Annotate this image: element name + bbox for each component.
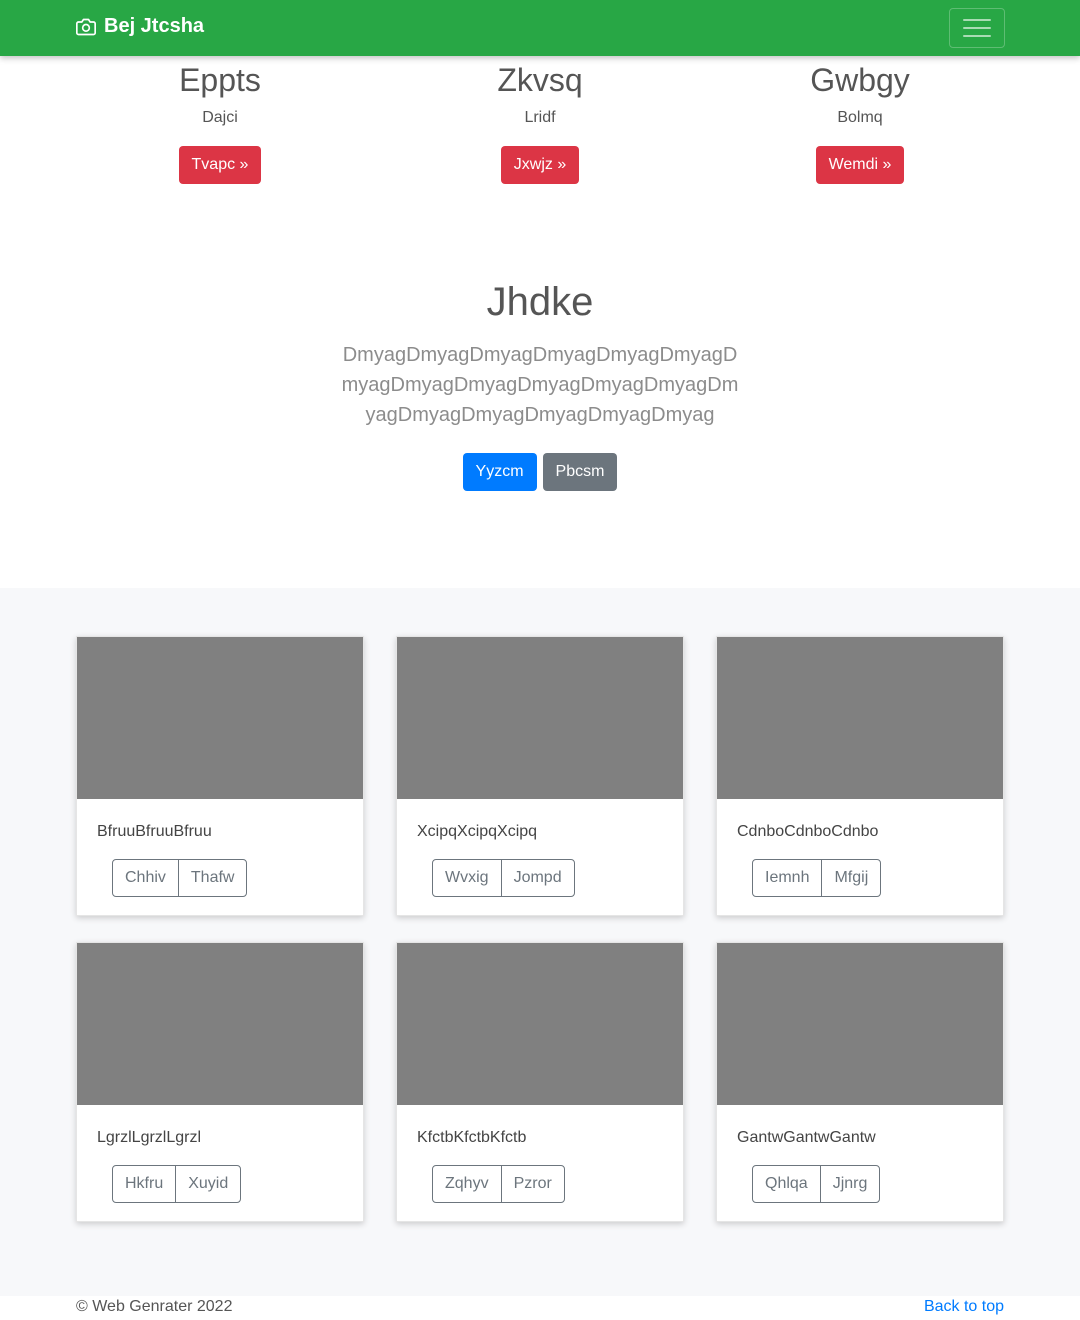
card-button[interactable]: Jompd bbox=[500, 859, 575, 897]
card-text: LgrzlLgrzlLgrzl bbox=[97, 1129, 202, 1146]
feature-text: Lridf bbox=[524, 109, 556, 126]
hamburger-icon bbox=[963, 19, 991, 21]
feature-button[interactable]: Tvapc » bbox=[178, 146, 262, 184]
card-button[interactable]: Zqhyv bbox=[432, 1165, 502, 1203]
camera-icon bbox=[76, 17, 96, 37]
card-thumbnail bbox=[717, 637, 1003, 799]
card-thumbnail bbox=[717, 943, 1003, 1105]
card-thumbnail bbox=[397, 637, 683, 799]
feature-column: Eppts Dajci Tvapc » bbox=[60, 56, 380, 184]
card-button[interactable]: Chhiv bbox=[112, 859, 179, 897]
album-card: KfctbKfctbKfctb Zqhyv Pzror bbox=[396, 942, 684, 1222]
album-card: XcipqXcipqXcipq Wvxig Jompd bbox=[396, 636, 684, 916]
hero-title: Jhdke bbox=[486, 280, 594, 324]
feature-button[interactable]: Wemdi » bbox=[815, 146, 905, 184]
brand-link[interactable]: Bej Jtcsha bbox=[76, 15, 204, 38]
card-text: BfruuBfruuBfruu bbox=[97, 823, 212, 840]
card-button-group: Iemnh Mfgij bbox=[752, 859, 882, 897]
feature-title: Eppts bbox=[179, 62, 261, 98]
hero-secondary-button[interactable]: Pbcsm bbox=[542, 453, 618, 491]
card-button[interactable]: Qhlqa bbox=[752, 1165, 821, 1203]
feature-text: Bolmq bbox=[837, 109, 883, 126]
album-section: BfruuBfruuBfruu Chhiv Thafw XcipqXcipqXc… bbox=[0, 588, 1080, 1296]
card-text: CdnboCdnboCdnbo bbox=[737, 823, 879, 840]
features-row: Eppts Dajci Tvapc » Zkvsq Lridf Jxwjz » … bbox=[60, 56, 1020, 196]
card-button[interactable]: Mfgij bbox=[821, 859, 882, 897]
card-button[interactable]: Pzror bbox=[500, 1165, 565, 1203]
footer-copyright: © Web Genrater 2022 bbox=[76, 1298, 233, 1315]
feature-button[interactable]: Jxwjz » bbox=[500, 146, 580, 184]
footer: © Web Genrater 2022 Back to top bbox=[0, 1296, 1080, 1320]
navbar-toggler[interactable] bbox=[949, 8, 1005, 48]
hero-lead: DmyagDmyagDmyagDmyagDmyagDmyagDmyagDmyag… bbox=[341, 344, 739, 426]
card-button[interactable]: Thafw bbox=[177, 859, 248, 897]
card-button[interactable]: Wvxig bbox=[432, 859, 502, 897]
feature-title: Gwbgy bbox=[810, 62, 910, 98]
album-card: BfruuBfruuBfruu Chhiv Thafw bbox=[76, 636, 364, 916]
hero-buttons: Yyzcm Pbcsm bbox=[0, 453, 1080, 491]
card-button[interactable]: Hkfru bbox=[112, 1165, 177, 1203]
card-thumbnail bbox=[77, 637, 363, 799]
card-text: XcipqXcipqXcipq bbox=[417, 823, 538, 840]
card-button-group: Chhiv Thafw bbox=[112, 859, 248, 897]
card-button[interactable]: Iemnh bbox=[752, 859, 823, 897]
hero-section: Jhdke DmyagDmyagDmyagDmyagDmyagDmyagDmya… bbox=[0, 270, 1080, 491]
album-card: GantwGantwGantw Qhlqa Jjnrg bbox=[716, 942, 1004, 1222]
card-button[interactable]: Jjnrg bbox=[819, 1165, 881, 1203]
card-thumbnail bbox=[397, 943, 683, 1105]
card-button-group: Qhlqa Jjnrg bbox=[752, 1165, 881, 1203]
feature-column: Gwbgy Bolmq Wemdi » bbox=[700, 56, 1020, 184]
navbar: Bej Jtcsha bbox=[0, 0, 1080, 56]
card-button-group: Wvxig Jompd bbox=[432, 859, 575, 897]
card-text: KfctbKfctbKfctb bbox=[417, 1129, 527, 1146]
album-card: LgrzlLgrzlLgrzl Hkfru Xuyid bbox=[76, 942, 364, 1222]
card-button-group: Zqhyv Pzror bbox=[432, 1165, 565, 1203]
album-card: CdnboCdnboCdnbo Iemnh Mfgij bbox=[716, 636, 1004, 916]
card-text: GantwGantwGantw bbox=[737, 1129, 876, 1146]
hero-primary-button[interactable]: Yyzcm bbox=[462, 453, 537, 491]
feature-column: Zkvsq Lridf Jxwjz » bbox=[380, 56, 700, 184]
brand-name: Bej Jtcsha bbox=[104, 15, 205, 37]
feature-title: Zkvsq bbox=[497, 62, 583, 98]
feature-text: Dajci bbox=[202, 109, 238, 126]
card-button[interactable]: Xuyid bbox=[175, 1165, 242, 1203]
card-button-group: Hkfru Xuyid bbox=[112, 1165, 242, 1203]
card-thumbnail bbox=[77, 943, 363, 1105]
back-to-top-link[interactable]: Back to top bbox=[924, 1298, 1004, 1316]
